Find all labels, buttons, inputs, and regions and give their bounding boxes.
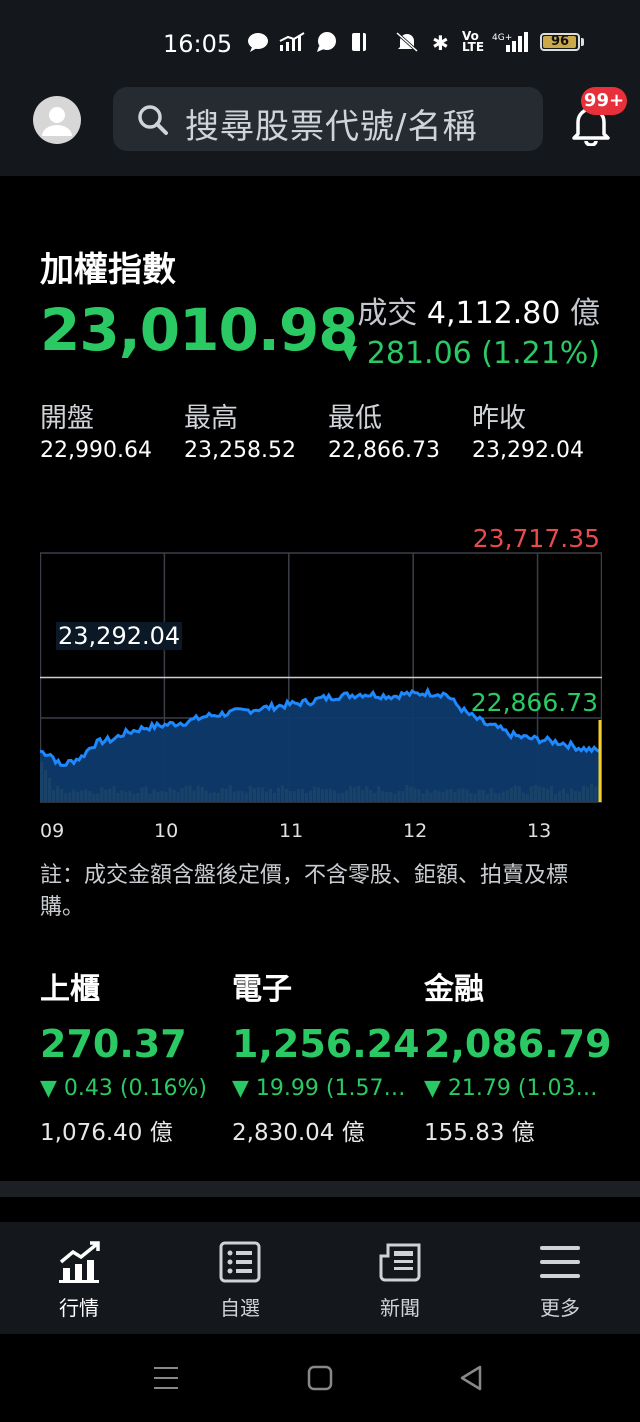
electronics-index-volume: 2,830.04 億 (232, 1120, 365, 1146)
status-time: 16:05 (163, 30, 233, 58)
otc-index-value[interactable]: 270.37 (40, 1022, 187, 1066)
stat-high-label: 最高 (184, 403, 238, 434)
otc-index-change: ▼ 0.43 (0.16%) (40, 1076, 207, 1101)
nav-tab-news[interactable]: 新聞 (345, 1222, 455, 1334)
stat-open-value: 22,990.64 (40, 438, 152, 463)
chart-note: 註：成交金額含盤後定價，不含零股、鉅額、拍賣及標購。 (40, 863, 569, 920)
chart-low-label: 22,866.73 (470, 688, 598, 717)
user-avatar-icon (42, 107, 72, 136)
nav-label-more: 更多 (540, 1296, 580, 1320)
section-divider (0, 1181, 640, 1197)
nav-tab-more[interactable]: 更多 (505, 1222, 615, 1334)
market-chart-icon (59, 1241, 100, 1283)
back-icon[interactable] (458, 1364, 486, 1392)
avatar[interactable] (33, 96, 81, 144)
notification-badge: 99+ (581, 87, 627, 115)
stat-low-label: 最低 (328, 403, 382, 434)
chat-bubble-icon (248, 33, 268, 52)
x-tick-09: 09 (40, 820, 65, 842)
finance-index-name[interactable]: 金融 (424, 964, 484, 1008)
search-placeholder: 搜尋股票代號/名稱 (185, 107, 478, 147)
signal-strength-icon: 4G+ (492, 32, 528, 52)
nav-label-market: 行情 (59, 1296, 99, 1320)
stat-prev-close-value: 23,292.04 (472, 438, 584, 463)
x-tick-10: 10 (154, 820, 179, 842)
index-change-value: 281.06 (1.21%) (366, 336, 600, 371)
electronics-index-change: ▼ 19.99 (1.57… (232, 1076, 406, 1101)
mute-bell-icon (395, 31, 419, 53)
index-title: 加權指數 (40, 250, 176, 290)
svg-text:4G+: 4G+ (492, 33, 512, 43)
finance-index-value[interactable]: 2,086.79 (424, 1022, 612, 1066)
otc-index-name[interactable]: 上櫃 (40, 964, 100, 1008)
x-tick-11: 11 (279, 820, 304, 842)
finance-index-change: ▼ 21.79 (1.03… (424, 1076, 598, 1101)
data-usage-icon (279, 32, 305, 51)
notes-icon (352, 33, 366, 51)
bluetooth-icon: ✱ (432, 31, 449, 55)
volte-icon: Vo LTE (462, 29, 485, 54)
stat-open-label: 開盤 (40, 403, 94, 434)
volume-value: 4,112.80 (426, 296, 561, 331)
finance-index-volume: 155.83 億 (424, 1120, 535, 1146)
x-tick-12: 12 (403, 820, 428, 842)
volume-label: 成交 (357, 296, 418, 331)
chart-max-label: 23,717.35 (472, 524, 600, 553)
nav-tab-watchlist[interactable]: 自選 (185, 1222, 295, 1334)
intraday-chart[interactable] (40, 520, 602, 845)
trade-volume: 成交 4,112.80 億 (357, 288, 600, 332)
nav-label-watchlist: 自選 (220, 1296, 260, 1320)
home-icon[interactable] (306, 1364, 334, 1392)
electronics-index-value[interactable]: 1,256.24 (232, 1022, 420, 1066)
message-icon (317, 32, 336, 52)
battery-tip (581, 38, 584, 46)
news-icon (379, 1243, 421, 1282)
stat-high-value: 23,258.52 (184, 438, 296, 463)
x-tick-13: 13 (527, 820, 552, 842)
chart-prev-close-label: 23,292.04 (56, 622, 183, 650)
search-icon (138, 105, 168, 135)
index-change: ▼ 281.06 (1.21%) (342, 336, 600, 371)
nav-label-news: 新聞 (380, 1296, 420, 1320)
menu-icon (540, 1246, 580, 1278)
nav-tab-market[interactable]: 行情 (24, 1222, 134, 1334)
watchlist-icon (219, 1241, 261, 1283)
stat-low-value: 22,866.73 (328, 438, 440, 463)
volume-unit: 億 (570, 296, 600, 331)
electronics-index-name[interactable]: 電子 (232, 964, 292, 1008)
down-arrow-icon: ▼ (341, 340, 358, 364)
otc-index-volume: 1,076.40 億 (40, 1120, 173, 1146)
stat-prev-close-label: 昨收 (472, 403, 526, 434)
index-value: 23,010.98 (40, 296, 359, 364)
battery-icon: 96 (540, 33, 580, 51)
recent-apps-icon[interactable] (152, 1364, 180, 1392)
